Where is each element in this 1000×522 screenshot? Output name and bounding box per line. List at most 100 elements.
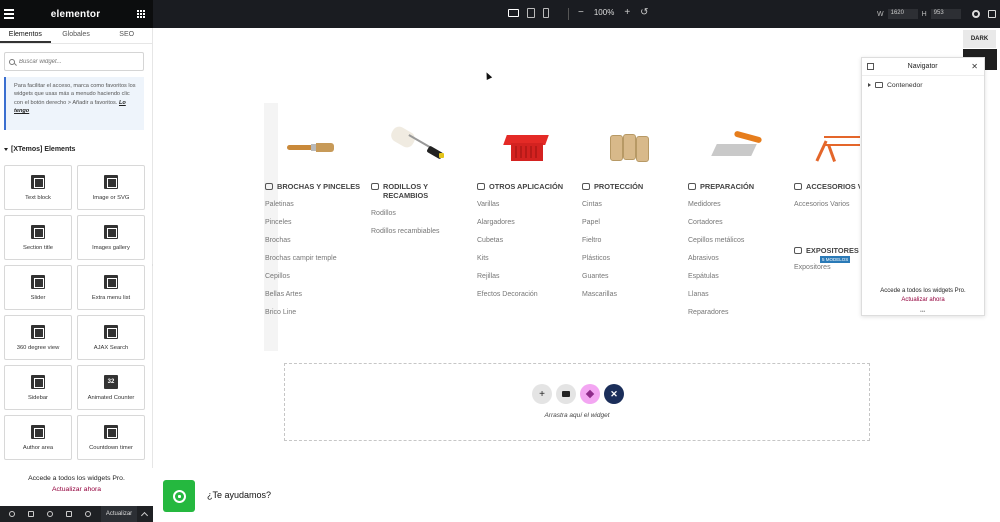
list-item[interactable]: Abrasivos: [688, 254, 788, 272]
widget-section-title[interactable]: Section title: [4, 215, 72, 260]
widget-animated-counter[interactable]: 32 Animated Counter: [77, 365, 145, 410]
tab-seo[interactable]: SEO: [101, 28, 152, 43]
widget-grid: Text block Image or SVG Section title Im…: [4, 165, 145, 460]
height-input[interactable]: 953: [930, 9, 961, 19]
ai-button[interactable]: [580, 384, 600, 404]
list-item[interactable]: Reparadores: [688, 308, 788, 326]
list-item[interactable]: Papel: [582, 218, 682, 236]
list-item[interactable]: Rodillos recambiables: [371, 227, 471, 245]
canvas-dimensions: W 1620 H 953: [877, 9, 961, 19]
list-item[interactable]: Cepillos metálicos: [688, 236, 788, 254]
mobile-icon[interactable]: [543, 8, 549, 18]
list-item[interactable]: Mascarillas: [582, 290, 682, 308]
list-item[interactable]: Rodillos: [371, 209, 471, 227]
widget-360-view[interactable]: 360 degree view: [4, 315, 72, 360]
resize-grip-icon[interactable]: •••: [920, 309, 925, 315]
list-item[interactable]: Pinceles: [265, 218, 365, 236]
category-header[interactable]: [XTemos] Elements: [4, 146, 152, 153]
widget-text-block[interactable]: Text block: [4, 165, 72, 210]
column-heading[interactable]: PROTECCIÓN: [582, 182, 682, 191]
settings-icon[interactable]: [5, 506, 19, 522]
list-item[interactable]: Kits: [477, 254, 577, 272]
widget-label: Animated Counter: [87, 395, 135, 401]
list-item[interactable]: Alargadores: [477, 218, 577, 236]
list-item[interactable]: Cortadores: [688, 218, 788, 236]
column-heading[interactable]: BROCHAS Y PINCELES: [265, 182, 365, 191]
column-heading[interactable]: RODILLOS Y RECAMBIOS: [371, 182, 471, 200]
list-item[interactable]: Efectos Decoración: [477, 290, 577, 308]
list-item[interactable]: Paletinas: [265, 200, 365, 218]
widget-image[interactable]: Image or SVG: [77, 165, 145, 210]
list-item[interactable]: Brico Line: [265, 308, 365, 326]
list-item[interactable]: Brochas: [265, 236, 365, 254]
list-item[interactable]: Rejillas: [477, 272, 577, 290]
list-item[interactable]: Guantes: [582, 272, 682, 290]
navigator-item-container[interactable]: Contenedor: [862, 76, 984, 94]
widget-author-area[interactable]: Author area: [4, 415, 72, 460]
column-heading[interactable]: OTROS APLICACIÓN: [477, 182, 577, 191]
widget-countdown-timer[interactable]: Countdown timer: [77, 415, 145, 460]
desktop-icon[interactable]: [508, 9, 519, 17]
list-item[interactable]: Cubetas: [477, 236, 577, 254]
widget-ajax-search[interactable]: AJAX Search: [77, 315, 145, 360]
layers-icon[interactable]: [24, 506, 38, 522]
add-section-button[interactable]: +: [532, 384, 552, 404]
pro-promo: Accede a todos los widgets Pro. Actualiz…: [0, 468, 153, 506]
list-item[interactable]: Cintas: [582, 200, 682, 218]
tablet-icon[interactable]: [527, 8, 535, 18]
column-heading[interactable]: PREPARACIÓN: [688, 182, 788, 191]
list-item[interactable]: Brochas campir temple: [265, 254, 365, 272]
list-item[interactable]: Medidores: [688, 200, 788, 218]
navigator-pro-promo: Accede a todos los widgets Pro. Actualiz…: [862, 288, 984, 303]
zoom-out-icon[interactable]: −: [578, 7, 584, 18]
pro-upgrade-link[interactable]: Actualizar ahora: [862, 297, 984, 303]
widget-slider[interactable]: Slider: [4, 265, 72, 310]
responsive-icon[interactable]: [62, 506, 76, 522]
history-icon[interactable]: [43, 506, 57, 522]
list-item[interactable]: Plásticos: [582, 254, 682, 272]
widget-extra-menu-list[interactable]: Extra menu list: [77, 265, 145, 310]
list-item[interactable]: Llanas: [688, 290, 788, 308]
zoom-in-icon[interactable]: +: [624, 7, 630, 18]
close-icon[interactable]: ✕: [971, 62, 978, 71]
expositores-heading[interactable]: EXPOSITORES: [794, 246, 860, 255]
list-item[interactable]: Cepillos: [265, 272, 365, 290]
hamburger-menu-icon[interactable]: [4, 9, 14, 19]
reset-zoom-icon[interactable]: ↺: [640, 7, 648, 18]
list-item[interactable]: Espátulas: [688, 272, 788, 290]
chevron-up-icon[interactable]: [140, 511, 149, 520]
widget-search[interactable]: [4, 52, 144, 71]
apps-grid-icon[interactable]: [137, 10, 145, 18]
zoom-control: − 100% + ↺: [578, 7, 649, 18]
template-library-button[interactable]: [556, 384, 576, 404]
pro-upgrade-link[interactable]: Actualizar ahora: [0, 486, 153, 493]
list-item[interactable]: Expositores: [794, 263, 860, 281]
list-item[interactable]: Varillas: [477, 200, 577, 218]
list-item[interactable]: Fieltro: [582, 236, 682, 254]
dark-mode-button[interactable]: DARK: [963, 30, 996, 48]
navigator-toggle-icon[interactable]: [867, 63, 874, 70]
preview-eye-icon[interactable]: [81, 506, 95, 522]
update-button[interactable]: Actualizar: [101, 506, 137, 522]
tab-elementos[interactable]: Elementos: [0, 28, 51, 43]
pro-text: Accede a todos los widgets Pro.: [880, 288, 966, 294]
widget-drop-zone[interactable]: + ✕ Arrastra aquí el widget: [284, 363, 870, 441]
heading-text: PREPARACIÓN: [700, 182, 755, 191]
column-heading[interactable]: ACCESORIOS VA: [794, 182, 860, 191]
search-input[interactable]: [19, 58, 139, 65]
list-item[interactable]: Bellas Artes: [265, 290, 365, 308]
navigator-header[interactable]: Navigator ✕: [862, 58, 984, 76]
caret-right-icon[interactable]: [868, 83, 871, 87]
width-input[interactable]: 1620: [887, 9, 918, 19]
list-item[interactable]: Accesorios Varios: [794, 200, 860, 218]
roller-product-image: [371, 123, 471, 171]
widget-images-gallery[interactable]: Images gallery: [77, 215, 145, 260]
tab-globales[interactable]: Globales: [51, 28, 102, 43]
settings-gear-icon[interactable]: [972, 10, 980, 18]
whatsapp-button[interactable]: [163, 480, 195, 512]
360-view-icon: [31, 325, 45, 339]
xtemos-button[interactable]: ✕: [604, 384, 624, 404]
exit-icon[interactable]: [988, 10, 996, 18]
sparkle-icon: [585, 389, 595, 399]
widget-sidebar[interactable]: Sidebar: [4, 365, 72, 410]
